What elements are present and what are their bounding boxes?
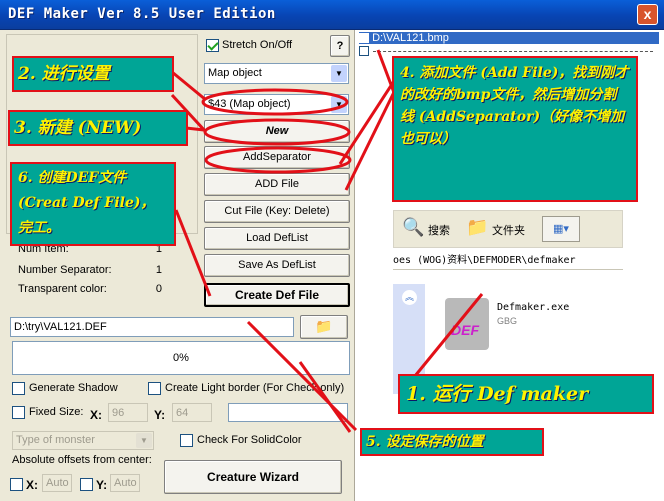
title-bar: DEF Maker Ver 8.5 User Edition x [0,0,664,30]
stat-value: 0 [155,283,162,295]
fixed-y-field[interactable]: 64 [172,403,212,422]
help-button[interactable]: ? [330,35,350,57]
def-icon-text: DEF [451,322,479,338]
output-path-field[interactable]: D:\try\VAL121.DEF [10,317,294,337]
separator-item[interactable] [359,45,369,57]
chevron-down-icon: ▼ [331,96,347,113]
monster-type-placeholder: Type of monster [16,434,95,446]
stat-label: Number Separator: [18,264,112,276]
chevron-down-icon: ▼ [136,433,152,448]
file-list-item[interactable]: D:\VAL121.bmp [359,32,659,44]
auto-x-field[interactable]: Auto [42,474,72,492]
cut-file-button[interactable]: Cut File (Key: Delete) [204,200,350,223]
annotation-step-5: 5. 设定保存的位置 [360,428,544,456]
browse-button[interactable]: 📁 [300,315,348,339]
generate-shadow-label: Generate Shadow [29,382,118,394]
auto-y-checkbox[interactable] [80,478,93,491]
search-label[interactable]: 搜索 [428,222,450,238]
monster-type-combo[interactable]: Type of monster ▼ [12,431,154,450]
light-border-checkbox[interactable] [148,382,161,395]
controls-panel: Stretch On/Off ? Map object ▼ $43 (Map o… [2,30,354,501]
exe-file-company: GBG [497,316,518,326]
generate-shadow-checkbox[interactable] [12,382,25,395]
defmaker-app-icon[interactable]: DEF [445,298,489,350]
annotation-step-1: 1. 运行 Def maker [398,374,654,414]
add-separator-button[interactable]: AddSeparator [204,146,350,169]
type-combo[interactable]: Map object ▼ [204,63,349,84]
stretch-checkbox[interactable] [206,39,219,52]
solid-color-checkbox[interactable] [180,434,193,447]
extra-field[interactable] [228,403,348,422]
fixed-size-label: Fixed Size: [29,406,84,418]
close-icon: x [643,6,652,22]
separator-line [373,51,653,52]
add-file-button[interactable]: ADD File [204,173,350,196]
auto-x-checkbox[interactable] [10,478,23,491]
exe-file-name[interactable]: Defmaker.exe [497,302,569,313]
save-deflist-button[interactable]: Save As DefList [204,254,350,277]
chevron-down-icon: ▼ [331,65,347,82]
fixed-x-field[interactable]: 96 [108,403,148,422]
annotation-step-2: 2. 进行设置 [12,56,174,92]
light-border-label: Create Light border (For Check only) [165,382,345,394]
auto-y-label: Y: [96,478,108,492]
stat-label: Transparent color: [18,283,107,295]
folder-icon[interactable]: 📁 [466,217,488,238]
progress-bar: 0% [12,341,350,375]
annotation-step-3: 3. 新建 (NEW) [8,110,188,146]
new-button[interactable]: New [204,120,350,143]
folder-icon: 📁 [315,318,333,334]
address-bar[interactable]: oes (WOG)资料\DEFMODER\defmaker [393,252,623,270]
file-name: D:\VAL121.bmp [372,32,449,44]
explorer-toolbar: 🔍 搜索 📁 文件夹 ▦▾ [393,210,623,248]
frame-combo[interactable]: $43 (Map object) ▼ [204,94,349,115]
stretch-label: Stretch On/Off [222,39,293,51]
stat-value: 1 [155,264,162,276]
fixed-size-checkbox[interactable] [12,406,25,419]
annotation-step-4: 4. 添加文件 (Add File)，找到刚才的改好的bmp文件，然后增加分割线… [392,56,638,202]
item-checkbox[interactable] [359,46,369,57]
views-icon[interactable]: ▦▾ [542,216,580,242]
window-title: DEF Maker Ver 8.5 User Edition [8,6,276,22]
annotation-step-6: 6. 创建DEF文件 (Creat Def File)，完工。 [10,162,176,246]
creature-wizard-button[interactable]: Creature Wizard [164,460,342,494]
create-def-button[interactable]: Create Def File [204,283,350,307]
abs-offsets-label: Absolute offsets from center: [12,454,152,466]
fixed-x-label: X: [90,408,102,422]
folders-label[interactable]: 文件夹 [492,222,525,238]
solid-color-label: Check For SolidColor [197,434,302,446]
fixed-y-label: Y: [154,408,166,422]
load-deflist-button[interactable]: Load DefList [204,227,350,250]
frame-combo-value: $43 (Map object) [208,98,291,110]
type-combo-value: Map object [208,67,262,79]
auto-y-field[interactable]: Auto [110,474,140,492]
auto-x-label: X: [26,478,38,492]
progress-text: 0% [173,352,189,364]
item-checkbox[interactable] [359,33,369,44]
close-button[interactable]: x [637,4,658,25]
search-icon[interactable]: 🔍 [402,217,424,238]
collapse-icon[interactable]: ︽ [402,290,417,305]
